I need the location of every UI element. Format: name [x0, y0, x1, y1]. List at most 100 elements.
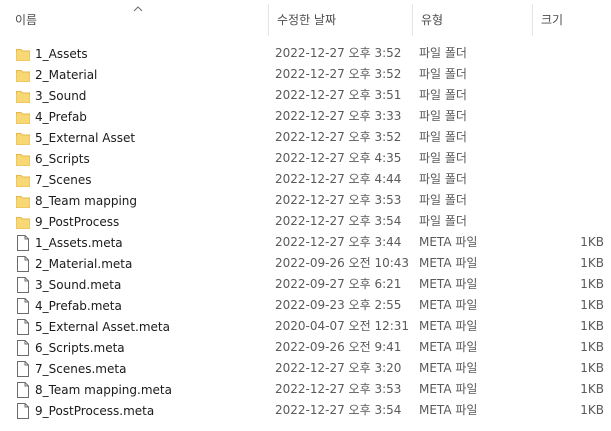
- folder-icon: [16, 172, 30, 188]
- item-type: META 파일: [419, 298, 478, 312]
- name-cell[interactable]: 8_Team mapping.meta: [16, 379, 266, 400]
- file-icon: [16, 339, 30, 356]
- modified-date: 2022-09-26 오전 9:41: [275, 340, 402, 354]
- name-cell[interactable]: 5_External Asset: [16, 127, 266, 148]
- item-name[interactable]: 5_External Asset: [35, 131, 135, 145]
- file-icon: [16, 402, 30, 419]
- name-cell[interactable]: 1_Assets: [16, 43, 266, 64]
- item-name[interactable]: 3_Sound: [35, 89, 86, 103]
- item-type: 파일 폴더: [419, 130, 467, 144]
- file-icon: [16, 234, 30, 251]
- item-size: 1KB: [580, 361, 604, 375]
- file-icon: [16, 276, 30, 293]
- file-row[interactable]: 1_Assets 2022-12-27 오후 3:52 파일 폴더: [0, 43, 611, 64]
- column-header-date[interactable]: 수정한 날짜: [268, 0, 412, 36]
- item-name[interactable]: 2_Material.meta: [35, 257, 132, 271]
- modified-date: 2020-04-07 오전 12:31: [275, 319, 410, 333]
- file-list: 1_Assets 2022-12-27 오후 3:52 파일 폴더 2_Materia…: [0, 43, 611, 421]
- modified-date: 2022-12-27 오후 4:35: [275, 151, 402, 165]
- file-row[interactable]: 8_Team mapping.meta 2022-12-27 오후 3:53 MET…: [0, 379, 611, 400]
- item-name[interactable]: 4_Prefab.meta: [35, 299, 122, 313]
- name-cell[interactable]: 3_Sound.meta: [16, 274, 266, 295]
- file-row[interactable]: 9_PostProcess 2022-12-27 오후 3:54 파일 폴더: [0, 211, 611, 232]
- name-cell[interactable]: 2_Material: [16, 64, 266, 85]
- file-row[interactable]: 2_Material 2022-12-27 오후 3:52 파일 폴더: [0, 64, 611, 85]
- name-cell[interactable]: 4_Prefab.meta: [16, 295, 266, 316]
- item-name[interactable]: 8_Team mapping: [35, 194, 137, 208]
- vertical-scrollbar[interactable]: [607, 36, 611, 431]
- item-name[interactable]: 7_Scenes: [35, 173, 91, 187]
- column-header-type[interactable]: 유형: [412, 0, 532, 36]
- folder-icon: [16, 193, 30, 209]
- file-row[interactable]: 2_Material.meta 2022-09-26 오전 10:43 META 파…: [0, 253, 611, 274]
- folder-icon: [16, 109, 30, 125]
- file-row[interactable]: 6_Scripts 2022-12-27 오후 4:35 파일 폴더: [0, 148, 611, 169]
- modified-date: 2022-12-27 오후 3:52: [275, 130, 402, 144]
- folder-icon: [16, 151, 30, 167]
- file-row[interactable]: 3_Sound.meta 2022-09-27 오후 6:21 META 파일 1KB: [0, 274, 611, 295]
- file-row[interactable]: 9_PostProcess.meta 2022-12-27 오후 3:54 META…: [0, 400, 611, 421]
- item-type: META 파일: [419, 361, 478, 375]
- item-type: META 파일: [419, 340, 478, 354]
- item-type: META 파일: [419, 277, 478, 291]
- file-row[interactable]: 6_Scripts.meta 2022-09-26 오전 9:41 META 파일 1…: [0, 337, 611, 358]
- item-size: 1KB: [580, 235, 604, 249]
- item-size: 1KB: [580, 340, 604, 354]
- name-cell[interactable]: 7_Scenes: [16, 169, 266, 190]
- item-type: META 파일: [419, 382, 478, 396]
- name-cell[interactable]: 2_Material.meta: [16, 253, 266, 274]
- item-type: 파일 폴더: [419, 88, 467, 102]
- name-cell[interactable]: 1_Assets.meta: [16, 232, 266, 253]
- name-cell[interactable]: 8_Team mapping: [16, 190, 266, 211]
- column-header-size[interactable]: 크기: [532, 0, 611, 36]
- file-row[interactable]: 4_Prefab 2022-12-27 오후 3:33 파일 폴더: [0, 106, 611, 127]
- file-row[interactable]: 5_External Asset.meta 2020-04-07 오전 12:31…: [0, 316, 611, 337]
- file-row[interactable]: 4_Prefab.meta 2022-09-23 오후 2:55 META 파일 1K…: [0, 295, 611, 316]
- item-name[interactable]: 5_External Asset.meta: [35, 320, 170, 334]
- item-type: META 파일: [419, 235, 478, 249]
- item-type: META 파일: [419, 403, 478, 417]
- file-icon: [16, 255, 30, 272]
- name-cell[interactable]: 6_Scripts: [16, 148, 266, 169]
- name-cell[interactable]: 9_PostProcess: [16, 211, 266, 232]
- item-name[interactable]: 6_Scripts.meta: [35, 341, 125, 355]
- modified-date: 2022-12-27 오후 3:20: [275, 361, 402, 375]
- item-type: 파일 폴더: [419, 151, 467, 165]
- name-cell[interactable]: 5_External Asset.meta: [16, 316, 266, 337]
- item-name[interactable]: 4_Prefab: [35, 110, 87, 124]
- file-icon: [16, 318, 30, 335]
- item-name[interactable]: 2_Material: [35, 68, 97, 82]
- item-name[interactable]: 1_Assets.meta: [35, 236, 123, 250]
- modified-date: 2022-12-27 오후 3:52: [275, 46, 402, 60]
- item-name[interactable]: 9_PostProcess.meta: [35, 404, 154, 418]
- item-name[interactable]: 8_Team mapping.meta: [35, 383, 172, 397]
- file-row[interactable]: 7_Scenes 2022-12-27 오후 4:44 파일 폴더: [0, 169, 611, 190]
- column-header-name[interactable]: 이름: [6, 0, 268, 36]
- name-cell[interactable]: 7_Scenes.meta: [16, 358, 266, 379]
- modified-date: 2022-12-27 오후 3:54: [275, 214, 402, 228]
- item-name[interactable]: 1_Assets: [35, 47, 88, 61]
- item-size: 1KB: [580, 319, 604, 333]
- name-cell[interactable]: 3_Sound: [16, 85, 266, 106]
- name-cell[interactable]: 9_PostProcess.meta: [16, 400, 266, 421]
- item-type: 파일 폴더: [419, 46, 467, 60]
- item-name[interactable]: 3_Sound.meta: [35, 278, 121, 292]
- name-cell[interactable]: 4_Prefab: [16, 106, 266, 127]
- file-row[interactable]: 5_External Asset 2022-12-27 오후 3:52 파일 폴더: [0, 127, 611, 148]
- file-row[interactable]: 7_Scenes.meta 2022-12-27 오후 3:20 META 파일 1K…: [0, 358, 611, 379]
- item-name[interactable]: 6_Scripts: [35, 152, 90, 166]
- modified-date: 2022-12-27 오후 3:53: [275, 193, 402, 207]
- item-type: 파일 폴더: [419, 193, 467, 207]
- modified-date: 2022-09-26 오전 10:43: [275, 256, 410, 270]
- item-name[interactable]: 7_Scenes.meta: [35, 362, 126, 376]
- file-row[interactable]: 8_Team mapping 2022-12-27 오후 3:53 파일 폴더: [0, 190, 611, 211]
- item-size: 1KB: [580, 403, 604, 417]
- modified-date: 2022-09-23 오후 2:55: [275, 298, 402, 312]
- name-cell[interactable]: 6_Scripts.meta: [16, 337, 266, 358]
- file-icon: [16, 360, 30, 377]
- file-row[interactable]: 1_Assets.meta 2022-12-27 오후 3:44 META 파일 1K…: [0, 232, 611, 253]
- file-row[interactable]: 3_Sound 2022-12-27 오후 3:51 파일 폴더: [0, 85, 611, 106]
- item-name[interactable]: 9_PostProcess: [35, 215, 119, 229]
- item-type: 파일 폴더: [419, 214, 467, 228]
- modified-date: 2022-12-27 오후 3:44: [275, 235, 402, 249]
